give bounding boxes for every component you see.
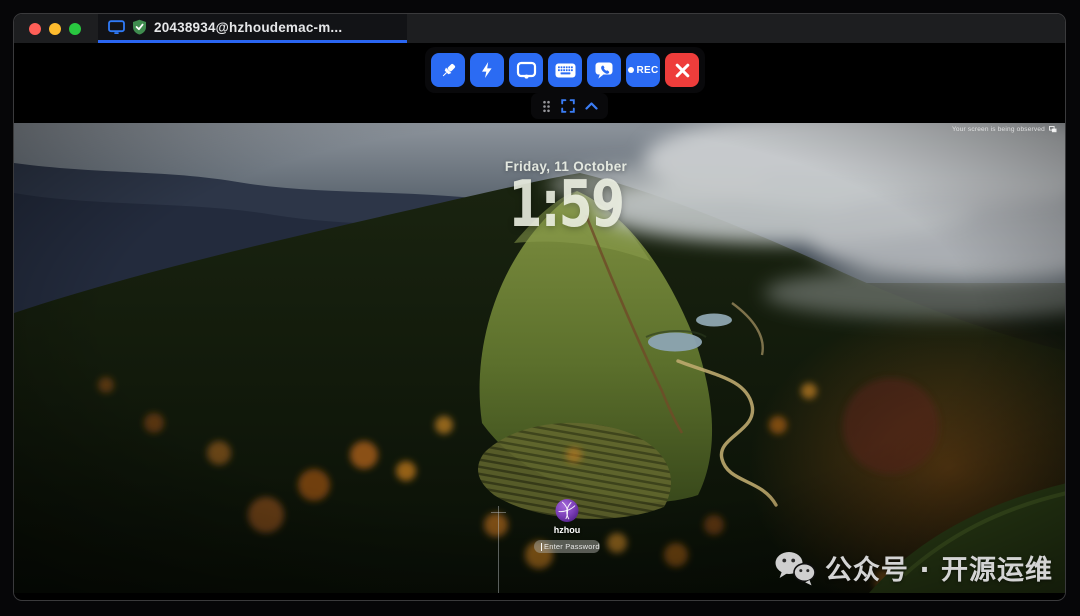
text-caret (541, 543, 542, 551)
display-icon (516, 61, 537, 80)
watermark: 公众号 · 开源运维 (774, 548, 1053, 587)
collapse-icon[interactable] (585, 102, 598, 110)
display-icon (108, 20, 125, 35)
close-icon (674, 62, 691, 79)
record-icon: REC (628, 65, 659, 76)
remote-control-toolbar: REC (425, 47, 705, 93)
remote-desktop-window: 20438934@hzhoudemac-m... (13, 13, 1066, 601)
close-session-button[interactable] (665, 53, 699, 87)
drag-handle-icon[interactable] (542, 100, 551, 113)
observed-label: Your screen is being observed (952, 126, 1045, 133)
user-avatar[interactable] (556, 499, 579, 522)
lock-screen-time: 1:59 (509, 173, 624, 237)
close-window-button[interactable] (29, 23, 41, 35)
titlebar: 20438934@hzhoudemac-m... (14, 14, 1065, 43)
session-tab[interactable]: 20438934@hzhoudemac-m... (98, 14, 407, 43)
record-button[interactable]: REC (626, 53, 660, 87)
password-field[interactable]: Enter Password (534, 540, 600, 553)
chat-icon (594, 61, 614, 80)
zoom-window-button[interactable] (69, 23, 81, 35)
remote-viewport: REC (14, 43, 1065, 599)
wechat-icon (774, 550, 816, 586)
shield-check-icon (132, 19, 147, 35)
record-label: REC (637, 65, 659, 76)
lightning-icon (478, 61, 496, 79)
keyboard-button[interactable] (548, 53, 582, 87)
remote-screen-surface[interactable]: Your screen is being observed Friday, 11… (14, 123, 1066, 593)
record-dot-icon (628, 67, 634, 73)
session-tab-title: 20438934@hzhoudemac-m... (154, 20, 342, 35)
minimize-window-button[interactable] (49, 23, 61, 35)
observed-screens-icon (1049, 126, 1057, 133)
pin-icon (439, 61, 458, 80)
traffic-lights (29, 14, 81, 43)
keyboard-icon (555, 63, 576, 78)
fullscreen-icon[interactable] (561, 99, 575, 113)
chat-button[interactable] (587, 53, 621, 87)
pin-button[interactable] (431, 53, 465, 87)
toolbar-mini-bar (531, 93, 608, 119)
lock-screen-username: hzhou (554, 525, 581, 535)
actions-button[interactable] (470, 53, 504, 87)
screen-observed-notice: Your screen is being observed (952, 126, 1057, 133)
watermark-text: 公众号 · 开源运维 (825, 548, 1053, 587)
display-settings-button[interactable] (509, 53, 543, 87)
password-placeholder: Enter Password (544, 542, 600, 551)
wallpaper-pole-detail (498, 506, 499, 593)
